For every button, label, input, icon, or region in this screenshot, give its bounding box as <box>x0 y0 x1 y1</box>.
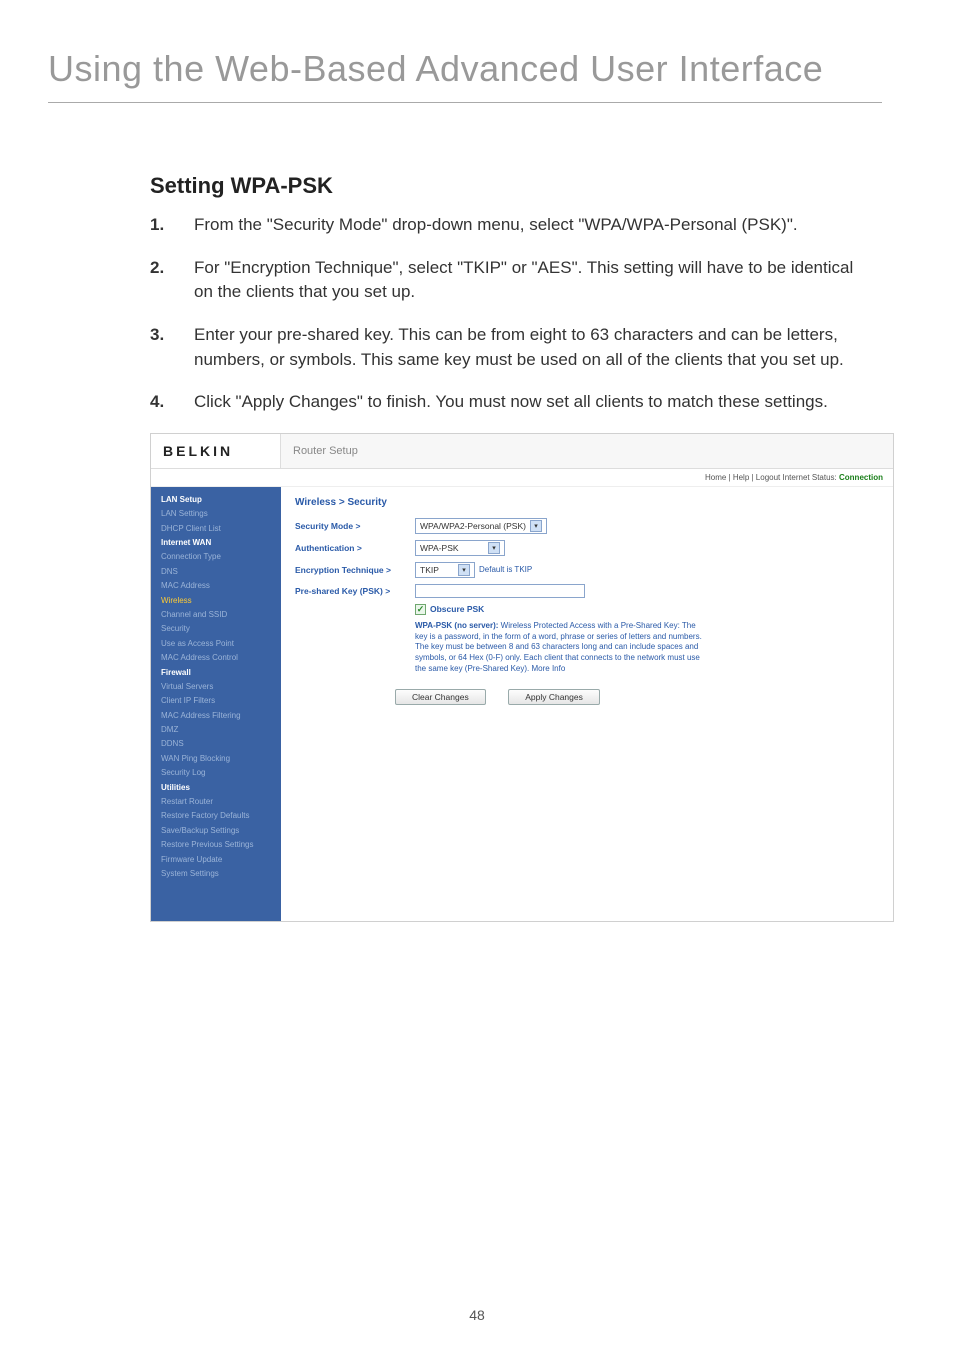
step-number: 1. <box>150 213 164 238</box>
step-text: Click "Apply Changes" to finish. You mus… <box>194 392 828 411</box>
security-mode-label: Security Mode > <box>295 521 415 531</box>
step-text: From the "Security Mode" drop-down menu,… <box>194 215 798 234</box>
chevron-down-icon: ▾ <box>530 520 542 532</box>
sidebar-item[interactable]: Restore Factory Defaults <box>151 809 281 823</box>
sidebar-item[interactable]: Security <box>151 622 281 636</box>
sidebar-item[interactable]: System Settings <box>151 867 281 881</box>
router-header: BELKIN Router Setup <box>151 434 893 469</box>
sidebar-item[interactable]: Channel and SSID <box>151 608 281 622</box>
sidebar-item[interactable]: Restart Router <box>151 795 281 809</box>
sidebar-item[interactable]: LAN Setup <box>151 493 281 507</box>
sidebar-item[interactable]: WAN Ping Blocking <box>151 752 281 766</box>
step-item: 1. From the "Security Mode" drop-down men… <box>150 213 864 238</box>
obscure-psk-label: Obscure PSK <box>430 604 484 614</box>
step-number: 4. <box>150 390 164 415</box>
chevron-down-icon: ▾ <box>488 542 500 554</box>
step-text: For "Encryption Technique", select "TKIP… <box>194 258 853 302</box>
authentication-select[interactable]: WPA-PSK ▾ <box>415 540 505 556</box>
page-title: Using the Web-Based Advanced User Interf… <box>0 0 954 102</box>
obscure-psk-checkbox[interactable]: ✓ <box>415 604 426 615</box>
steps-list: 1. From the "Security Mode" drop-down men… <box>150 213 864 415</box>
sidebar-item[interactable]: DNS <box>151 565 281 579</box>
clear-changes-button[interactable]: Clear Changes <box>395 689 486 705</box>
router-screenshot: BELKIN Router Setup Home | Help | Logout… <box>150 433 894 923</box>
page-number: 48 <box>0 1307 954 1323</box>
encryption-technique-label: Encryption Technique > <box>295 565 415 575</box>
psk-input[interactable] <box>415 584 585 598</box>
sidebar-item[interactable]: Restore Previous Settings <box>151 838 281 852</box>
psk-description: WPA-PSK (no server): Wireless Protected … <box>415 621 705 675</box>
router-topnav[interactable]: Home | Help | Logout Internet Status: Co… <box>151 469 893 487</box>
psk-desc-bold: WPA-PSK (no server): <box>415 621 498 630</box>
chevron-down-icon: ▾ <box>458 564 470 576</box>
encryption-technique-value: TKIP <box>420 565 439 575</box>
step-item: 4. Click "Apply Changes" to finish. You m… <box>150 390 864 415</box>
apply-changes-button[interactable]: Apply Changes <box>508 689 600 705</box>
encryption-default-note: Default is TKIP <box>479 565 532 574</box>
authentication-value: WPA-PSK <box>420 543 459 553</box>
sidebar-item[interactable]: Utilities <box>151 781 281 795</box>
sidebar-item[interactable]: LAN Settings <box>151 507 281 521</box>
step-item: 3. Enter your pre-shared key. This can be… <box>150 323 864 372</box>
sidebar-item[interactable]: DMZ <box>151 723 281 737</box>
sidebar-item[interactable]: Client IP Filters <box>151 694 281 708</box>
section-title: Setting WPA-PSK <box>150 173 864 199</box>
step-item: 2. For "Encryption Technique", select "TK… <box>150 256 864 305</box>
sidebar-item[interactable]: Firewall <box>151 666 281 680</box>
authentication-label: Authentication > <box>295 543 415 553</box>
security-mode-select[interactable]: WPA/WPA2-Personal (PSK) ▾ <box>415 518 547 534</box>
sidebar-item[interactable]: Wireless <box>151 594 281 608</box>
step-text: Enter your pre-shared key. This can be f… <box>194 325 844 369</box>
sidebar-item[interactable]: Firmware Update <box>151 853 281 867</box>
sidebar-item[interactable]: Virtual Servers <box>151 680 281 694</box>
breadcrumb: Wireless > Security <box>295 497 879 508</box>
internet-status-value: Connection <box>839 473 883 482</box>
router-main: Wireless > Security Security Mode > WPA/… <box>281 487 893 922</box>
topnav-links[interactable]: Home | Help | Logout Internet Status: <box>705 473 837 482</box>
sidebar-item[interactable]: MAC Address <box>151 579 281 593</box>
step-number: 2. <box>150 256 164 281</box>
sidebar-item[interactable]: MAC Address Filtering <box>151 709 281 723</box>
psk-label: Pre-shared Key (PSK) > <box>295 586 415 596</box>
sidebar-item[interactable]: Save/Backup Settings <box>151 824 281 838</box>
sidebar-item[interactable]: Use as Access Point <box>151 637 281 651</box>
router-setup-label: Router Setup <box>281 436 893 466</box>
sidebar-item[interactable]: DDNS <box>151 737 281 751</box>
sidebar-item[interactable]: Security Log <box>151 766 281 780</box>
step-number: 3. <box>150 323 164 348</box>
sidebar-item[interactable]: DHCP Client List <box>151 522 281 536</box>
security-mode-value: WPA/WPA2-Personal (PSK) <box>420 521 526 531</box>
brand-logo: BELKIN <box>151 434 281 468</box>
encryption-technique-select[interactable]: TKIP ▾ <box>415 562 475 578</box>
sidebar-item[interactable]: MAC Address Control <box>151 651 281 665</box>
sidebar-item[interactable]: Internet WAN <box>151 536 281 550</box>
router-sidebar: LAN SetupLAN SettingsDHCP Client ListInt… <box>151 487 281 922</box>
sidebar-item[interactable]: Connection Type <box>151 550 281 564</box>
